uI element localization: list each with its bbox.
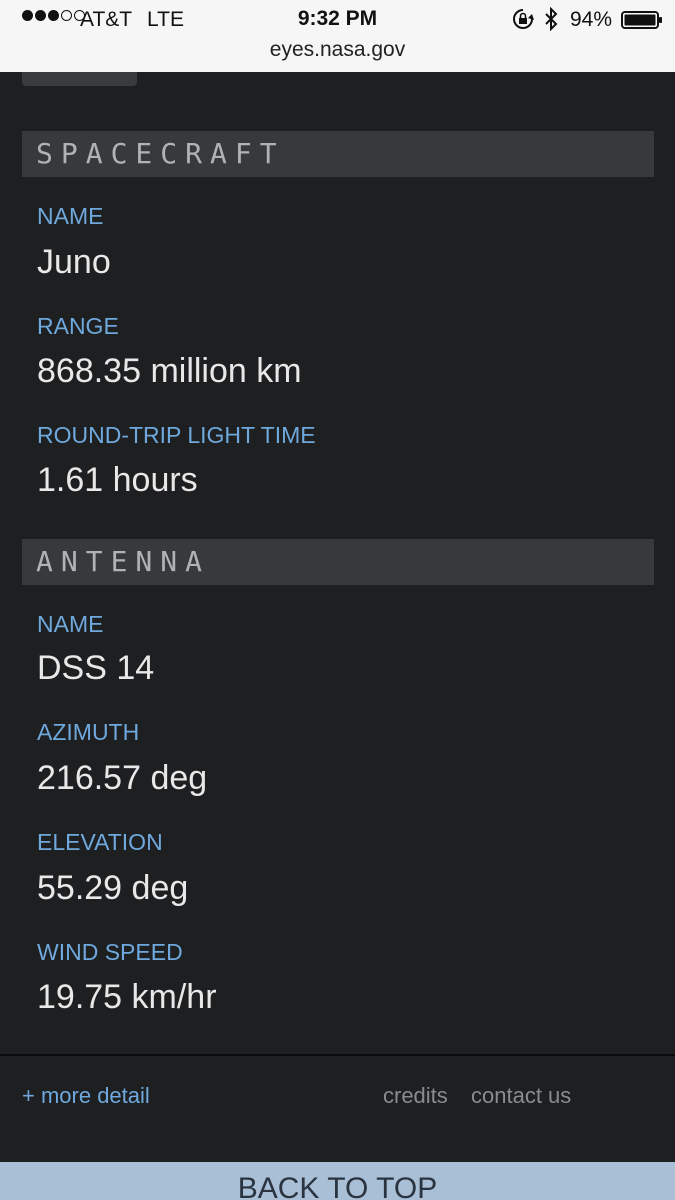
status-bar: AT&T LTE 9:32 PM 94% eyes.nasa.gov: [0, 0, 675, 72]
section-title: SPACECRAFT: [36, 137, 285, 170]
round-trip-light-time-value: 1.61 hours: [37, 461, 198, 499]
wind-speed-label: WIND SPEED: [37, 939, 183, 965]
elevation-label: ELEVATION: [37, 829, 163, 855]
battery-percentage: 94%: [570, 8, 613, 31]
url-bar[interactable]: eyes.nasa.gov: [0, 38, 675, 62]
bluetooth-icon: [545, 7, 558, 31]
spacecraft-name-value: Juno: [37, 243, 111, 281]
azimuth-label: AZIMUTH: [37, 719, 140, 745]
azimuth-value: 216.57 deg: [37, 759, 208, 797]
antenna-name-value: DSS 14: [37, 649, 155, 687]
spacecraft-name-label: NAME: [37, 203, 104, 229]
credits-link[interactable]: credits: [383, 1083, 448, 1109]
section-title: ANTENNA: [36, 545, 211, 578]
round-trip-light-time-label: ROUND-TRIP LIGHT TIME: [37, 422, 316, 448]
footer-divider: [0, 1054, 675, 1056]
back-to-top-label: BACK TO TOP: [237, 1172, 438, 1200]
antenna-name-label: NAME: [37, 611, 104, 637]
status-row: AT&T LTE 9:32 PM 94%: [0, 6, 675, 34]
spacecraft-section-header: SPACECRAFT: [22, 131, 654, 177]
back-to-top-button[interactable]: BACK TO TOP: [0, 1162, 675, 1200]
range-value: 868.35 million km: [37, 352, 302, 390]
antenna-section-header: ANTENNA: [22, 539, 654, 585]
more-detail-link[interactable]: + more detail: [22, 1083, 150, 1109]
wind-speed-value: 19.75 km/hr: [37, 978, 217, 1016]
contact-us-link[interactable]: contact us: [471, 1083, 571, 1109]
range-label: RANGE: [37, 313, 119, 339]
collapsed-button-stub[interactable]: [22, 72, 137, 86]
elevation-value: 55.29 deg: [37, 869, 189, 907]
rotation-lock-icon: [513, 9, 534, 29]
battery-icon: [621, 11, 662, 29]
